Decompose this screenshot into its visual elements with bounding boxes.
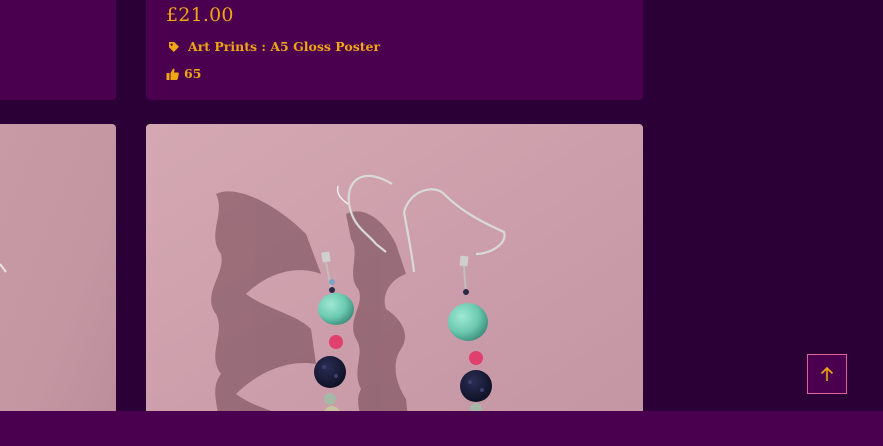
arrow-up-icon: [820, 366, 834, 382]
tag-icon: [168, 41, 180, 53]
product-card-partial: [0, 0, 116, 100]
footer-bar: [0, 411, 883, 446]
product-image-partial[interactable]: [0, 124, 116, 446]
product-price: £21.00: [166, 4, 234, 26]
product-likes-count: 65: [184, 66, 202, 81]
scroll-to-top-button[interactable]: [807, 354, 847, 394]
product-category-label[interactable]: Art Prints : A5 Gloss Poster: [188, 39, 380, 54]
thumbs-up-icon: [166, 68, 179, 80]
product-image-earrings[interactable]: [146, 124, 643, 446]
product-category[interactable]: Art Prints : A5 Gloss Poster: [168, 39, 380, 54]
page: £21.00 Art Prints : A5 Gloss Poster 65: [0, 0, 883, 446]
product-card-info: £21.00 Art Prints : A5 Gloss Poster 65: [146, 0, 643, 100]
product-likes[interactable]: 65: [166, 66, 201, 81]
